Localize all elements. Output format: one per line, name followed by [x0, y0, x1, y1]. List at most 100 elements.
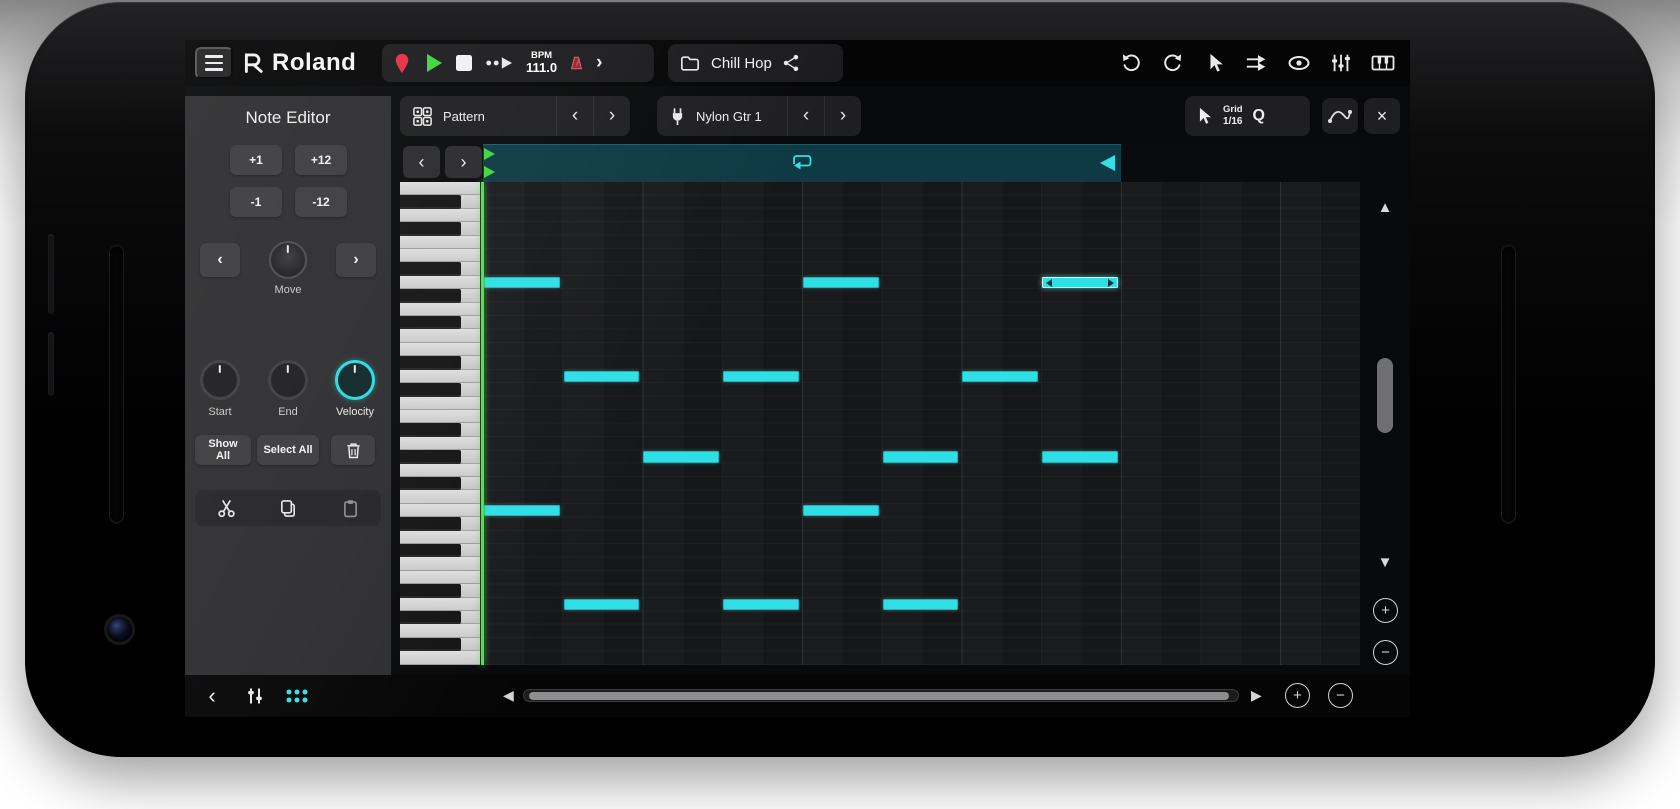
note[interactable] — [484, 505, 560, 517]
grid[interactable] — [483, 182, 1360, 665]
grid-setting-button[interactable]: Grid 1/16 — [1223, 104, 1243, 126]
pattern-prev-button[interactable]: ‹ — [556, 96, 593, 136]
note[interactable] — [882, 599, 959, 611]
piano-key-black[interactable] — [400, 450, 480, 464]
piano-key-black[interactable] — [400, 584, 480, 598]
piano-key-white[interactable] — [400, 503, 480, 518]
follow-playhead-button[interactable] — [1242, 46, 1272, 80]
start-knob[interactable] — [200, 360, 240, 400]
piano-key-white[interactable] — [400, 235, 480, 250]
transpose-down-1-button[interactable]: -1 — [230, 187, 282, 217]
copy-button[interactable] — [268, 493, 308, 523]
overdub-button[interactable] — [485, 56, 513, 70]
piano-key-black[interactable] — [400, 423, 480, 437]
pads-view-button[interactable] — [279, 680, 315, 712]
move-knob[interactable] — [269, 241, 307, 279]
track-name[interactable]: Nylon Gtr 1 — [696, 109, 762, 124]
piano-key-black[interactable] — [400, 611, 480, 625]
track-prev-button[interactable]: ‹ — [787, 96, 824, 136]
pattern-start-marker-icon[interactable] — [484, 166, 495, 178]
mixer-button[interactable] — [1326, 46, 1356, 80]
select-pointer-icon[interactable] — [1195, 106, 1213, 126]
note[interactable] — [882, 451, 959, 463]
note[interactable] — [484, 276, 560, 289]
piano-key-white[interactable] — [400, 302, 480, 317]
lanes-view-button[interactable] — [237, 680, 273, 712]
piano-key-white[interactable] — [400, 490, 480, 504]
note[interactable] — [723, 599, 799, 611]
note[interactable] — [723, 370, 799, 383]
piano-key-black[interactable] — [400, 543, 480, 558]
track-next-button[interactable]: › — [824, 96, 861, 136]
scroll-down-button[interactable]: ▼ — [1360, 553, 1410, 572]
piano-key-black[interactable] — [400, 517, 480, 531]
show-all-button[interactable]: Show All — [195, 435, 251, 465]
note[interactable] — [962, 370, 1039, 383]
note[interactable] — [563, 599, 640, 611]
bpm-display[interactable]: BPM 111.0 — [526, 51, 557, 75]
octave-down-button[interactable]: › — [445, 146, 482, 178]
loop-icon[interactable] — [789, 152, 815, 170]
piano-key-black[interactable] — [400, 289, 480, 303]
song-start-marker-icon[interactable] — [484, 148, 495, 160]
piano-key-black[interactable] — [400, 262, 480, 276]
piano-key-white[interactable] — [400, 436, 480, 451]
move-left-button[interactable]: ‹ — [200, 243, 240, 277]
piano-key-white[interactable] — [400, 530, 480, 544]
paste-button[interactable] — [330, 493, 370, 523]
piano-key-white[interactable] — [400, 208, 480, 223]
vertical-zoom-out-button[interactable]: − — [1373, 640, 1398, 665]
transpose-down-12-button[interactable]: -12 — [295, 187, 347, 217]
visibility-button[interactable] — [1284, 46, 1314, 80]
menu-button[interactable] — [195, 47, 233, 79]
metronome-icon[interactable] — [570, 55, 583, 71]
loop-end-marker-icon[interactable] — [1099, 155, 1115, 171]
play-button[interactable] — [425, 53, 443, 73]
transpose-up-1-button[interactable]: +1 — [230, 145, 282, 175]
piano-key-white[interactable] — [400, 409, 480, 424]
scroll-up-button[interactable]: ▲ — [1360, 198, 1410, 217]
velocity-knob[interactable] — [335, 360, 375, 400]
automation-curve-button[interactable] — [1322, 98, 1358, 134]
redo-button[interactable] — [1158, 46, 1188, 80]
piano-key-white[interactable] — [400, 342, 480, 357]
piano-key-black[interactable] — [400, 222, 480, 236]
horizontal-scrollbar-track[interactable] — [523, 689, 1239, 702]
move-right-button[interactable]: › — [336, 243, 376, 277]
pointer-tool-button[interactable] — [1200, 46, 1230, 80]
piano-key-white[interactable] — [400, 369, 480, 384]
vertical-scrollbar-thumb[interactable] — [1377, 358, 1393, 433]
piano-key-black[interactable] — [400, 637, 480, 652]
keyboard-view-button[interactable] — [1368, 46, 1398, 80]
close-editor-button[interactable]: × — [1364, 98, 1400, 134]
piano-key-white[interactable] — [400, 275, 480, 290]
scroll-right-button[interactable]: ▶ — [1245, 686, 1268, 705]
piano-key-white[interactable] — [400, 597, 480, 611]
transport-expand-button[interactable]: › — [596, 52, 602, 74]
note-resize-right-handle[interactable] — [1107, 278, 1114, 287]
piano-key-white[interactable] — [400, 557, 480, 571]
piano-key-black[interactable] — [400, 316, 480, 330]
delete-notes-button[interactable] — [331, 435, 375, 465]
select-all-button[interactable]: Select All — [257, 435, 319, 465]
note[interactable] — [802, 505, 879, 517]
vertical-zoom-in-button[interactable]: + — [1373, 598, 1398, 623]
note[interactable] — [643, 451, 720, 463]
record-button[interactable] — [392, 52, 412, 74]
piano-key-white[interactable] — [400, 396, 480, 410]
stop-button[interactable] — [456, 55, 472, 71]
piano-key-white[interactable] — [400, 624, 480, 638]
timeline-ruler[interactable] — [483, 144, 1360, 182]
transpose-up-12-button[interactable]: +12 — [295, 145, 347, 175]
project-name[interactable]: Chill Hop — [711, 55, 772, 72]
octave-up-button[interactable]: ‹ — [403, 146, 440, 178]
quantize-button[interactable]: Q — [1253, 107, 1265, 125]
horizontal-zoom-out-button[interactable]: − — [1328, 683, 1353, 708]
note[interactable] — [1042, 451, 1118, 463]
cut-button[interactable] — [206, 493, 246, 523]
piano-key-white[interactable] — [400, 182, 480, 196]
piano-key-white[interactable] — [400, 651, 480, 665]
piano-key-white[interactable] — [400, 463, 480, 477]
piano-key-black[interactable] — [400, 476, 480, 491]
folder-icon[interactable] — [680, 55, 700, 72]
